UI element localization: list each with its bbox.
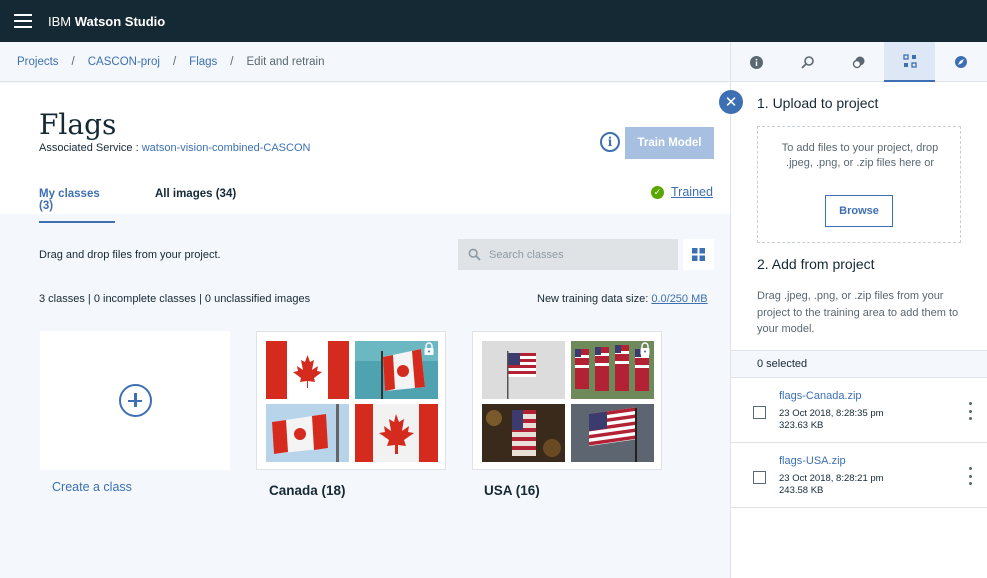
training-data-size: New training data size: 0.0/250 MB (537, 293, 708, 305)
tab-all-images[interactable]: All images (34) (155, 188, 236, 200)
tab-info-icon[interactable] (731, 42, 782, 82)
side-panel: 1. Upload to project To add files to you… (730, 42, 987, 578)
breadcrumb: Projects / CASCON-proj / Flags / Edit an… (0, 42, 730, 82)
file-item[interactable]: flags-USA.zip 23 Oct 2018, 8:28:21 pm 24… (731, 443, 987, 508)
flag-image (571, 404, 654, 462)
flag-image (266, 341, 349, 399)
search-box[interactable] (458, 239, 678, 270)
dropzone-text: To add files to your project, drop .jpeg… (781, 142, 939, 169)
flag-image (355, 404, 438, 462)
add-circle-icon (118, 384, 152, 417)
breadcrumb-model[interactable]: Flags (189, 56, 217, 68)
search-icon (468, 248, 481, 261)
breadcrumb-separator: / (172, 55, 177, 68)
data-size-link[interactable]: 0.0/250 MB (651, 293, 707, 305)
class-counts: 3 classes | 0 incomplete classes | 0 unc… (39, 293, 311, 305)
file-size: 323.63 KB (779, 420, 824, 431)
class-label-canada: Canada (18) (269, 483, 346, 498)
class-card-canada[interactable] (256, 331, 446, 470)
flag-image (482, 341, 565, 399)
checkmark-icon: ✓ (651, 185, 664, 199)
file-name[interactable]: flags-Canada.zip (779, 390, 862, 402)
tab-comments-icon[interactable] (833, 42, 884, 82)
model-header: Flags Associated Service : watson-vision… (0, 83, 730, 223)
selected-count: 0 selected (731, 350, 987, 378)
tab-find-data-icon[interactable] (782, 42, 833, 82)
close-panel-icon[interactable]: ✕ (719, 90, 743, 114)
tab-compass-icon[interactable] (935, 42, 986, 82)
trained-status[interactable]: ✓ Trained (651, 185, 713, 199)
search-classes-input[interactable] (489, 248, 669, 261)
file-size: 243.58 KB (779, 485, 824, 496)
main-content: Flags Associated Service : watson-vision… (0, 83, 730, 578)
create-class-link[interactable]: Create a class (52, 480, 132, 494)
associated-service-label: Associated Service : (39, 142, 142, 154)
file-checkbox[interactable] (753, 471, 766, 484)
overflow-menu-icon[interactable] (966, 467, 974, 485)
overflow-menu-icon[interactable] (966, 402, 974, 420)
train-model-button[interactable]: Train Model (625, 127, 714, 159)
browse-button[interactable]: Browse (825, 195, 893, 227)
file-item[interactable]: flags-Canada.zip 23 Oct 2018, 8:28:35 pm… (731, 378, 987, 443)
file-date: 23 Oct 2018, 8:28:21 pm (779, 473, 884, 484)
lock-icon (424, 342, 434, 355)
upload-dropzone[interactable]: To add files to your project, drop .jpeg… (757, 126, 961, 243)
associated-service: Associated Service : watson-vision-combi… (39, 142, 310, 154)
upload-heading: 1. Upload to project (757, 95, 879, 111)
class-label-usa: USA (16) (484, 483, 540, 498)
flag-image (266, 404, 349, 462)
hamburger-menu-icon[interactable] (14, 14, 32, 28)
tab-data-icon[interactable] (884, 42, 935, 82)
breadcrumb-separator: / (230, 55, 234, 68)
add-from-project-description: Drag .jpeg, .png, or .zip files from you… (757, 290, 959, 335)
breadcrumb-current: Edit and retrain (246, 55, 325, 68)
data-size-label: New training data size: (537, 293, 652, 305)
breadcrumb-projects[interactable]: Projects (17, 56, 59, 68)
page-title: Flags (39, 108, 117, 141)
grid-view-icon[interactable] (683, 239, 714, 270)
lock-icon (640, 342, 650, 355)
tab-my-classes[interactable]: My classes (3) (39, 188, 115, 223)
info-icon[interactable]: i (600, 132, 620, 152)
file-name[interactable]: flags-USA.zip (779, 455, 846, 467)
top-bar: IBM Watson Studio (0, 0, 987, 42)
breadcrumb-project[interactable]: CASCON-proj (88, 56, 160, 68)
trained-status-label: Trained (671, 185, 713, 199)
create-class-card[interactable] (40, 331, 230, 470)
file-date: 23 Oct 2018, 8:28:35 pm (779, 408, 884, 419)
flag-image (482, 404, 565, 462)
associated-service-link[interactable]: watson-vision-combined-CASCON (142, 142, 311, 154)
class-card-usa[interactable] (472, 331, 662, 470)
drag-instructions: Drag and drop files from your project. (39, 249, 221, 261)
breadcrumb-separator: / (71, 55, 75, 68)
panel-tabs (731, 42, 987, 82)
add-from-project-heading: 2. Add from project (757, 256, 875, 272)
file-checkbox[interactable] (753, 406, 766, 419)
app-brand[interactable]: IBM Watson Studio (48, 14, 165, 29)
